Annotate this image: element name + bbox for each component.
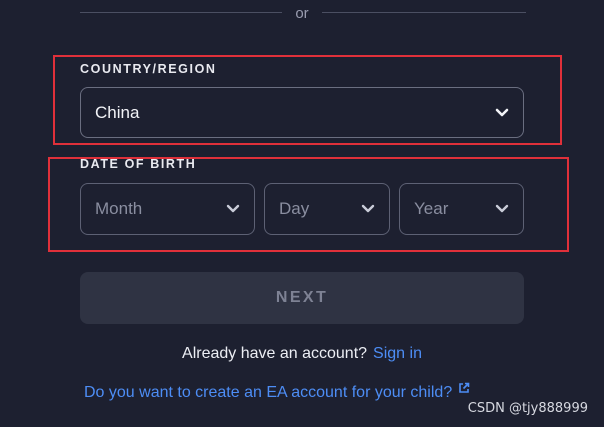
watermark: CSDN @tjy888999 bbox=[467, 401, 588, 416]
year-select[interactable]: Year bbox=[399, 183, 524, 235]
day-placeholder: Day bbox=[279, 199, 310, 218]
country-region-select[interactable]: China bbox=[80, 87, 524, 138]
date-of-birth-label: DATE OF BIRTH bbox=[80, 157, 197, 171]
next-button[interactable]: NEXT bbox=[80, 272, 524, 324]
country-region-label: COUNTRY/REGION bbox=[80, 62, 217, 76]
signin-row: Already have an account? Sign in bbox=[0, 345, 604, 363]
chevron-down-icon bbox=[361, 202, 375, 216]
sign-in-link[interactable]: Sign in bbox=[373, 345, 422, 362]
month-select[interactable]: Month bbox=[80, 183, 255, 235]
chevron-down-icon bbox=[495, 202, 509, 216]
chevron-down-icon bbox=[226, 202, 240, 216]
already-have-account-text: Already have an account? bbox=[182, 345, 368, 362]
child-account-row: Do you want to create an EA account for … bbox=[84, 381, 544, 402]
divider-line-left bbox=[80, 12, 282, 13]
external-link-icon bbox=[458, 381, 470, 399]
country-region-value: China bbox=[95, 102, 140, 122]
month-placeholder: Month bbox=[95, 199, 143, 218]
divider-or-text: or bbox=[295, 5, 309, 22]
signup-page: or COUNTRY/REGION China DATE OF BIRTH Mo… bbox=[0, 0, 604, 427]
day-select[interactable]: Day bbox=[264, 183, 390, 235]
chevron-down-icon bbox=[495, 106, 509, 120]
divider-line-right bbox=[322, 12, 526, 13]
year-placeholder: Year bbox=[414, 199, 449, 218]
child-account-link[interactable]: Do you want to create an EA account for … bbox=[84, 384, 452, 401]
